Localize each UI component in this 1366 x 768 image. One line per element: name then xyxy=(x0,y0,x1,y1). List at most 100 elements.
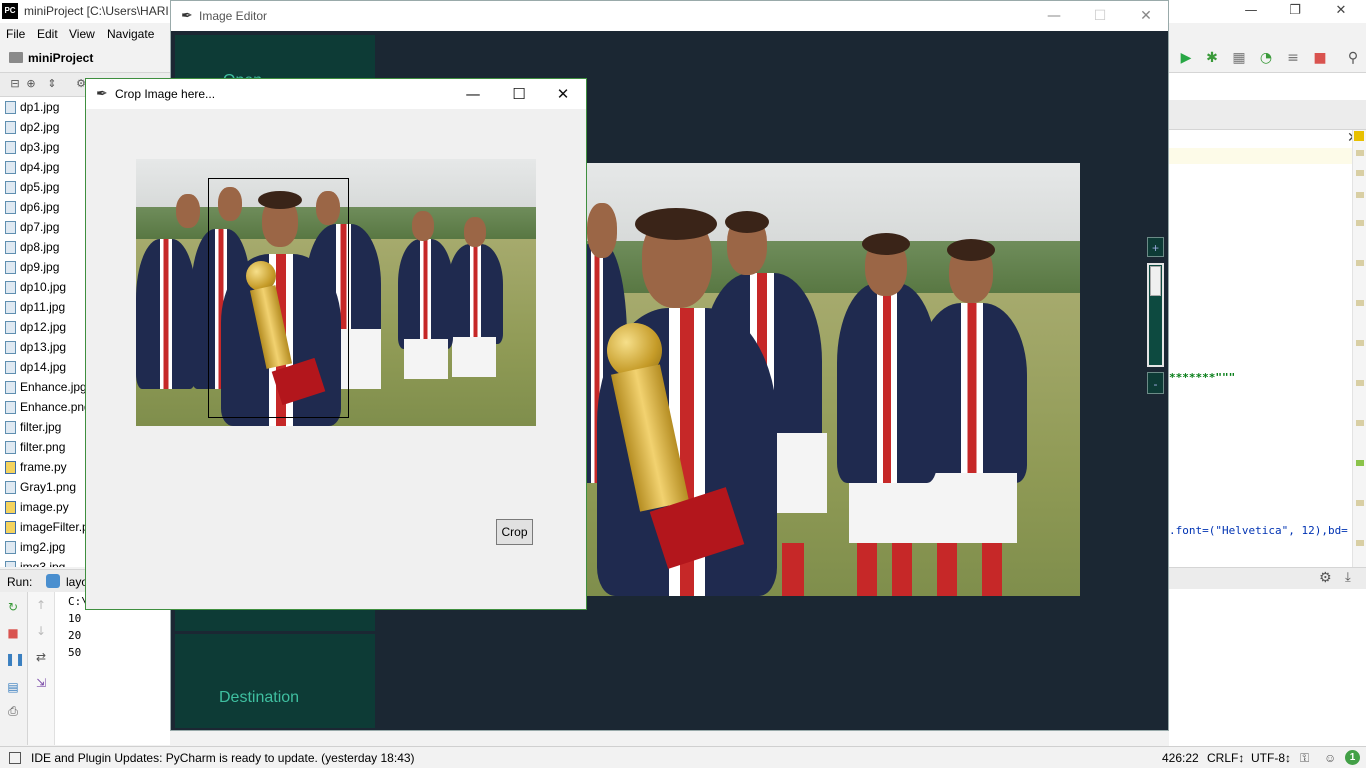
pycharm-minimize-button[interactable]: — xyxy=(1228,0,1274,23)
file-encoding[interactable]: UTF-8↕ xyxy=(1251,751,1291,765)
marker-stripe xyxy=(1356,192,1364,198)
editor-maximize-button[interactable]: ☐ xyxy=(1077,1,1123,31)
photo-player xyxy=(448,244,503,344)
photo-face xyxy=(176,194,200,228)
collapse-icon[interactable]: ⊟ xyxy=(8,77,22,91)
editor-close-button[interactable]: ✕ xyxy=(1123,1,1169,31)
hide-panel-icon[interactable]: ⤓ xyxy=(1345,570,1351,585)
status-message[interactable]: IDE and Plugin Updates: PyCharm is ready… xyxy=(31,751,415,765)
file-name: dp8.jpg xyxy=(20,240,60,254)
image-file-icon xyxy=(5,541,16,554)
destination-button[interactable]: Destination xyxy=(219,689,299,707)
crop-close-button[interactable]: ✕ xyxy=(540,79,586,109)
locate-icon[interactable]: ⊕ xyxy=(24,77,38,91)
image-file-icon xyxy=(5,261,16,274)
image-file-icon xyxy=(5,301,16,314)
file-name: dp2.jpg xyxy=(20,120,60,134)
console-line: 10 xyxy=(68,612,82,625)
marker-stripe xyxy=(1356,500,1364,506)
image-file-icon xyxy=(5,161,16,174)
menu-navigate[interactable]: Navigate xyxy=(107,27,154,41)
zoom-in-button[interactable]: + xyxy=(1147,237,1164,257)
zoom-slider[interactable] xyxy=(1147,263,1164,367)
image-file-icon xyxy=(5,141,16,154)
scroll-down-icon[interactable]: ↓ xyxy=(33,624,49,638)
marker-stripe xyxy=(1356,420,1364,426)
photo-player xyxy=(837,283,937,483)
build-icon[interactable]: ≡ xyxy=(1285,50,1301,66)
project-breadcrumb[interactable]: miniProject xyxy=(28,51,93,65)
line-separator[interactable]: CRLF↕ xyxy=(1207,751,1244,765)
zoom-out-button[interactable]: - xyxy=(1147,372,1164,394)
photo-shorts xyxy=(925,473,1017,543)
menu-view[interactable]: View xyxy=(69,27,95,41)
file-name: dp10.jpg xyxy=(20,280,67,294)
code-snippet: *******""" xyxy=(1169,371,1236,384)
profile-icon[interactable]: ◔ xyxy=(1258,50,1274,66)
editor-scrollbar[interactable] xyxy=(1352,130,1366,570)
file-name: frame.py xyxy=(20,460,67,474)
image-file-icon xyxy=(5,481,16,494)
file-name: dp9.jpg xyxy=(20,260,60,274)
notification-badge[interactable]: 1 xyxy=(1345,750,1360,765)
zoom-slider-thumb[interactable] xyxy=(1150,266,1161,296)
python-file-icon xyxy=(5,501,16,514)
search-icon[interactable]: ⚲ xyxy=(1345,50,1361,66)
pause-icon[interactable]: ❚❚ xyxy=(5,652,25,666)
photo-face xyxy=(587,203,617,258)
photo-player xyxy=(398,239,453,349)
editor-area-right: ✕ *******""" .font=("Helvetica", 12),bd=… xyxy=(1169,73,1366,746)
caret-position[interactable]: 426:22 xyxy=(1162,751,1199,765)
photo-socks xyxy=(857,543,877,596)
crop-button[interactable]: Crop xyxy=(496,519,533,545)
status-toggle-icon[interactable] xyxy=(9,752,21,764)
file-name: dp12.jpg xyxy=(20,320,67,334)
expand-icon[interactable]: ⇕ xyxy=(45,77,59,91)
pycharm-restore-button[interactable]: ❐ xyxy=(1272,0,1318,23)
inspector-icon[interactable]: ☺ xyxy=(1324,751,1336,765)
coverage-icon[interactable]: ▦ xyxy=(1231,50,1247,66)
python-file-icon xyxy=(5,521,16,534)
stop-icon[interactable]: ■ xyxy=(1312,50,1328,66)
crop-minimize-button[interactable]: — xyxy=(450,79,496,109)
scroll-to-end-icon[interactable]: ⇲ xyxy=(33,676,49,690)
menu-file[interactable]: File xyxy=(6,27,25,41)
marker-stripe xyxy=(1356,150,1364,156)
photo-face xyxy=(412,211,434,241)
file-name: dp7.jpg xyxy=(20,220,60,234)
crop-selection-rectangle[interactable] xyxy=(208,178,349,418)
soft-wrap-icon[interactable]: ⇄ xyxy=(33,650,49,664)
file-name: Gray1.png xyxy=(20,480,77,494)
crop-dialog-titlebar: ✒ Crop Image here... — ☐ ✕ xyxy=(86,79,586,109)
warning-indicator-icon[interactable] xyxy=(1354,131,1364,141)
crop-dialog-title: Crop Image here... xyxy=(115,87,216,101)
preview-image xyxy=(587,163,1080,596)
layout-icon[interactable]: ▤ xyxy=(5,680,21,694)
lock-icon[interactable]: ⚿ xyxy=(1300,751,1309,766)
file-name: dp13.jpg xyxy=(20,340,67,354)
pycharm-close-button[interactable]: ✕ xyxy=(1318,0,1364,23)
crop-canvas[interactable] xyxy=(136,159,536,426)
menu-edit[interactable]: Edit xyxy=(37,27,58,41)
run-tab[interactable]: layo xyxy=(66,575,86,589)
image-file-icon xyxy=(5,201,16,214)
image-file-icon xyxy=(5,441,16,454)
gear-icon[interactable]: ⚙ xyxy=(1319,570,1332,586)
debug-icon[interactable]: ✱ xyxy=(1204,50,1220,66)
image-file-icon xyxy=(5,421,16,434)
image-file-icon xyxy=(5,381,16,394)
current-line-highlight xyxy=(1169,148,1352,164)
scroll-up-icon[interactable]: ↑ xyxy=(33,598,49,612)
image-file-icon xyxy=(5,401,16,414)
rerun-icon[interactable]: ↻ xyxy=(5,600,21,614)
print-icon[interactable]: ⎙ xyxy=(5,704,21,718)
code-snippet: .font=("Helvetica", 12),bd= xyxy=(1169,524,1348,537)
marker-stripe xyxy=(1356,260,1364,266)
run-icon[interactable]: ▶ xyxy=(1178,50,1194,66)
folder-icon xyxy=(9,52,23,63)
stop-run-icon[interactable]: ■ xyxy=(5,626,21,640)
editor-minimize-button[interactable]: — xyxy=(1031,1,1077,31)
feather-icon: ✒ xyxy=(96,86,108,102)
file-name: dp3.jpg xyxy=(20,140,60,154)
crop-maximize-button[interactable]: ☐ xyxy=(496,79,542,109)
